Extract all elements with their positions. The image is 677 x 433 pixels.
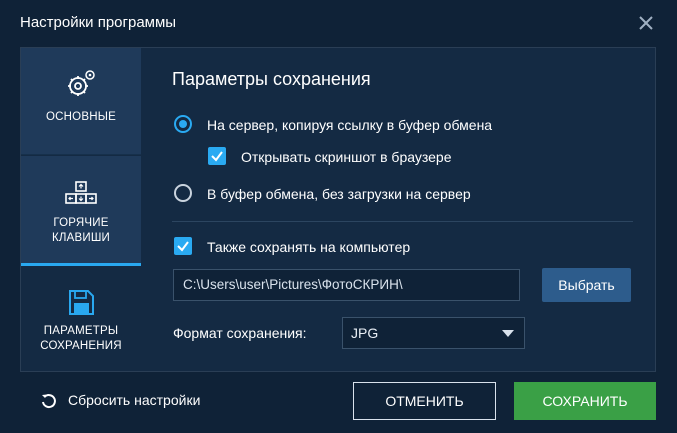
checkbox-open-in-browser[interactable] (208, 147, 226, 165)
chevron-down-icon (502, 330, 514, 337)
checkmark-icon (177, 241, 189, 252)
checkbox-save-to-computer[interactable] (174, 237, 192, 255)
cancel-button[interactable]: ОТМЕНИТЬ (353, 382, 496, 420)
sidebar-item-label: ГОРЯЧИЕ КЛАВИШИ (51, 217, 111, 244)
sidebar-item-hotkeys[interactable]: ГОРЯЧИЕ КЛАВИШИ (21, 156, 141, 266)
settings-panel: ОСНОВНЫЕ ГОРЯЧИЕ КЛАВИШИ ПАРАМЕТРЫ СОХРА… (20, 47, 656, 372)
save-button[interactable]: СОХРАНИТЬ (514, 382, 656, 420)
format-select-value: JPG (351, 325, 379, 341)
title-bar: Настройки программы (0, 0, 677, 46)
checkmark-icon (211, 151, 223, 162)
sidebar-item-save-settings[interactable]: ПАРАМЕТРЫ СОХРАНЕНИЯ (21, 266, 141, 371)
save-path-field[interactable]: C:\Users\user\Pictures\ФотоСКРИН\ (173, 269, 520, 301)
window-title: Настройки программы (20, 14, 177, 31)
close-icon (639, 16, 653, 30)
sidebar: ОСНОВНЫЕ ГОРЯЧИЕ КЛАВИШИ ПАРАМЕТРЫ СОХРА… (21, 48, 141, 371)
section-title: Параметры сохранения (172, 69, 371, 89)
radio-to-clipboard-label: В буфер обмена, без загрузки на сервер (207, 186, 471, 202)
sidebar-item-label: ОСНОВНЫЕ (46, 111, 116, 123)
browse-button[interactable]: Выбрать (542, 268, 631, 302)
save-settings-content: Параметры сохранения На сервер, копируя … (142, 48, 656, 371)
format-select[interactable]: JPG (342, 317, 525, 349)
radio-to-server-label: На сервер, копируя ссылку в буфер обмена (207, 117, 493, 133)
format-label: Формат сохранения: (173, 325, 307, 341)
reset-settings-label: Сбросить настройки (68, 392, 201, 408)
reset-icon (42, 394, 56, 409)
checkbox-save-to-computer-label: Также сохранять на компьютер (207, 239, 411, 255)
keyboard-icon (65, 181, 97, 204)
checkbox-open-in-browser-label: Открывать скриншот в браузере (241, 149, 452, 165)
divider (172, 221, 633, 222)
sidebar-item-general[interactable]: ОСНОВНЫЕ (21, 48, 141, 155)
radio-to-server[interactable] (174, 115, 192, 133)
floppy-disk-icon (69, 290, 94, 315)
sidebar-item-label: ПАРАМЕТРЫ СОХРАНЕНИЯ (40, 325, 122, 352)
radio-to-clipboard[interactable] (174, 184, 192, 202)
gear-icon (68, 70, 95, 96)
close-button[interactable] (636, 13, 656, 33)
